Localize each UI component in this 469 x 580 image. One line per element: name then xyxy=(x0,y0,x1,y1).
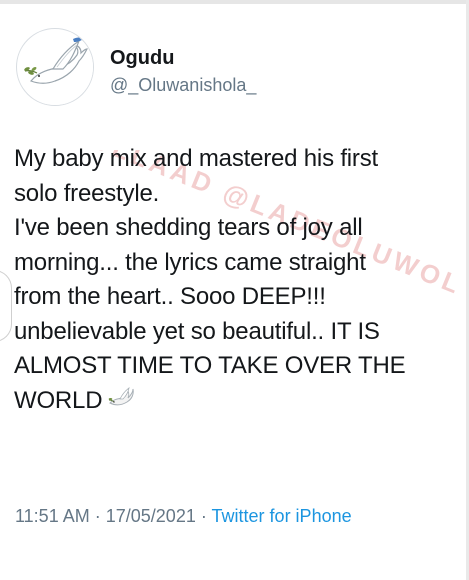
tweet-time[interactable]: 11:51 AM xyxy=(15,506,90,526)
tweet-date[interactable]: 17/05/2021 xyxy=(106,506,196,526)
author-names: Ogudu @_Oluwanishola_ xyxy=(110,46,256,97)
dove-emoji-icon xyxy=(108,386,135,422)
tweet-line: ALMOST TIME TO TAKE OVER THE xyxy=(14,352,406,379)
meta-separator: · xyxy=(94,506,101,526)
meta-separator: · xyxy=(200,506,207,526)
avatar[interactable] xyxy=(16,28,94,106)
tweet-line: from the heart.. Sooo DEEP!!! xyxy=(14,283,326,310)
top-border xyxy=(0,0,469,4)
tweet-line: I've been shedding tears of joy all xyxy=(14,214,363,241)
tweet-line: WORLD xyxy=(14,386,103,414)
tweet-text: My baby mix and mastered his first solo … xyxy=(14,142,454,421)
tweet-card: Ogudu @_Oluwanishola_ OLLAAD @LADEOLUWOL… xyxy=(0,0,469,580)
tweet-line: solo freestyle. xyxy=(14,179,160,207)
white-dove-icon xyxy=(18,30,93,105)
tweet-meta: 11:51 AM · 17/05/2021 · Twitter for iPho… xyxy=(15,504,352,528)
tweet-line: My baby mix and mastered his first xyxy=(14,145,378,172)
tweet-last-line: WORLD xyxy=(14,384,454,422)
tweet-header: Ogudu @_Oluwanishola_ xyxy=(16,28,256,118)
author-display-name[interactable]: Ogudu xyxy=(110,46,256,70)
author-handle[interactable]: @_Oluwanishola_ xyxy=(110,73,256,97)
story-ring-edge xyxy=(0,270,12,342)
tweet-line: unbelievable yet so beautiful.. IT IS xyxy=(14,317,380,345)
tweet-source-link[interactable]: Twitter for iPhone xyxy=(212,506,352,526)
tweet-line: morning... the lyrics came straight xyxy=(14,248,366,276)
